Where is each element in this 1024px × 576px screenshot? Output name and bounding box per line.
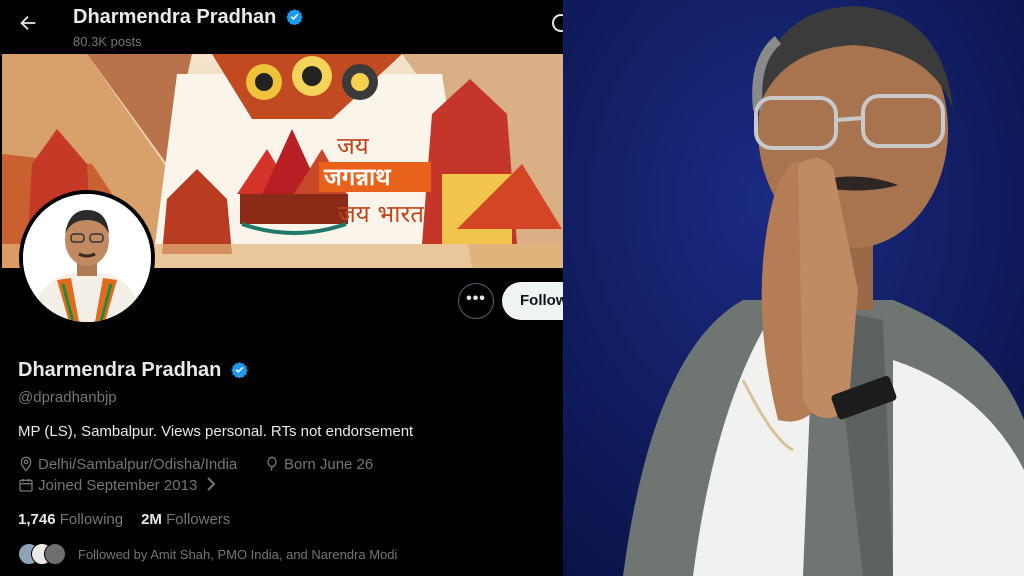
header-name-text: Dharmendra Pradhan xyxy=(73,6,277,28)
following-link[interactable]: 1,746 Following xyxy=(18,511,123,528)
header-name: Dharmendra Pradhan xyxy=(73,6,303,29)
profile-stats: 1,746 Following 2M Followers xyxy=(18,511,230,528)
banner-text-line1: जय xyxy=(337,132,370,160)
born-text: Born June 26 xyxy=(284,456,374,473)
chevron-right-icon xyxy=(207,477,216,491)
verified-badge-icon xyxy=(231,362,248,378)
profile-bio: MP (LS), Sambalpur. Views personal. RTs … xyxy=(18,423,414,440)
follower-avatar xyxy=(44,543,66,565)
profile-joined[interactable]: Joined September 2013 xyxy=(18,477,221,494)
profile-birthday: Born June 26 xyxy=(264,456,373,473)
location-pin-icon xyxy=(20,456,32,472)
banner-text-line2: जगन्नाथ xyxy=(323,163,392,191)
verified-badge-icon xyxy=(286,9,303,25)
search-icon[interactable] xyxy=(552,14,563,32)
joined-text: Joined September 2013 xyxy=(38,477,198,494)
followers-count: 2M xyxy=(141,511,162,528)
more-options-button[interactable]: ••• xyxy=(458,283,494,319)
balloon-icon xyxy=(267,456,277,471)
back-arrow-icon[interactable] xyxy=(14,12,42,40)
profile-location: Delhi/Sambalpur/Odisha/India xyxy=(18,456,237,473)
avatar-portrait xyxy=(23,194,151,322)
profile-panel: Dharmendra Pradhan 80.3K posts जय जगन्ना… xyxy=(0,0,563,576)
top-bar: Dharmendra Pradhan 80.3K posts xyxy=(0,0,563,54)
profile-name-text: Dharmendra Pradhan xyxy=(18,359,222,381)
follow-button[interactable]: Follow xyxy=(502,282,563,320)
location-text: Delhi/Sambalpur/Odisha/India xyxy=(38,456,238,473)
following-count: 1,746 xyxy=(18,511,56,528)
followed-by-text: Followed by Amit Shah, PMO India, and Na… xyxy=(78,547,398,562)
portrait-photo xyxy=(563,0,1024,576)
banner-text-line3: जय भारत xyxy=(338,200,425,228)
followers-link[interactable]: 2M Followers xyxy=(141,511,230,528)
posts-count: 80.3K posts xyxy=(73,34,142,49)
politician-photo xyxy=(563,0,1024,576)
calendar-icon xyxy=(19,479,33,492)
following-label: Following xyxy=(59,511,124,528)
profile-handle: @dpradhanbjp xyxy=(18,389,117,406)
profile-name: Dharmendra Pradhan xyxy=(18,359,248,382)
profile-avatar[interactable] xyxy=(19,190,155,326)
followers-label: Followers xyxy=(166,511,231,528)
